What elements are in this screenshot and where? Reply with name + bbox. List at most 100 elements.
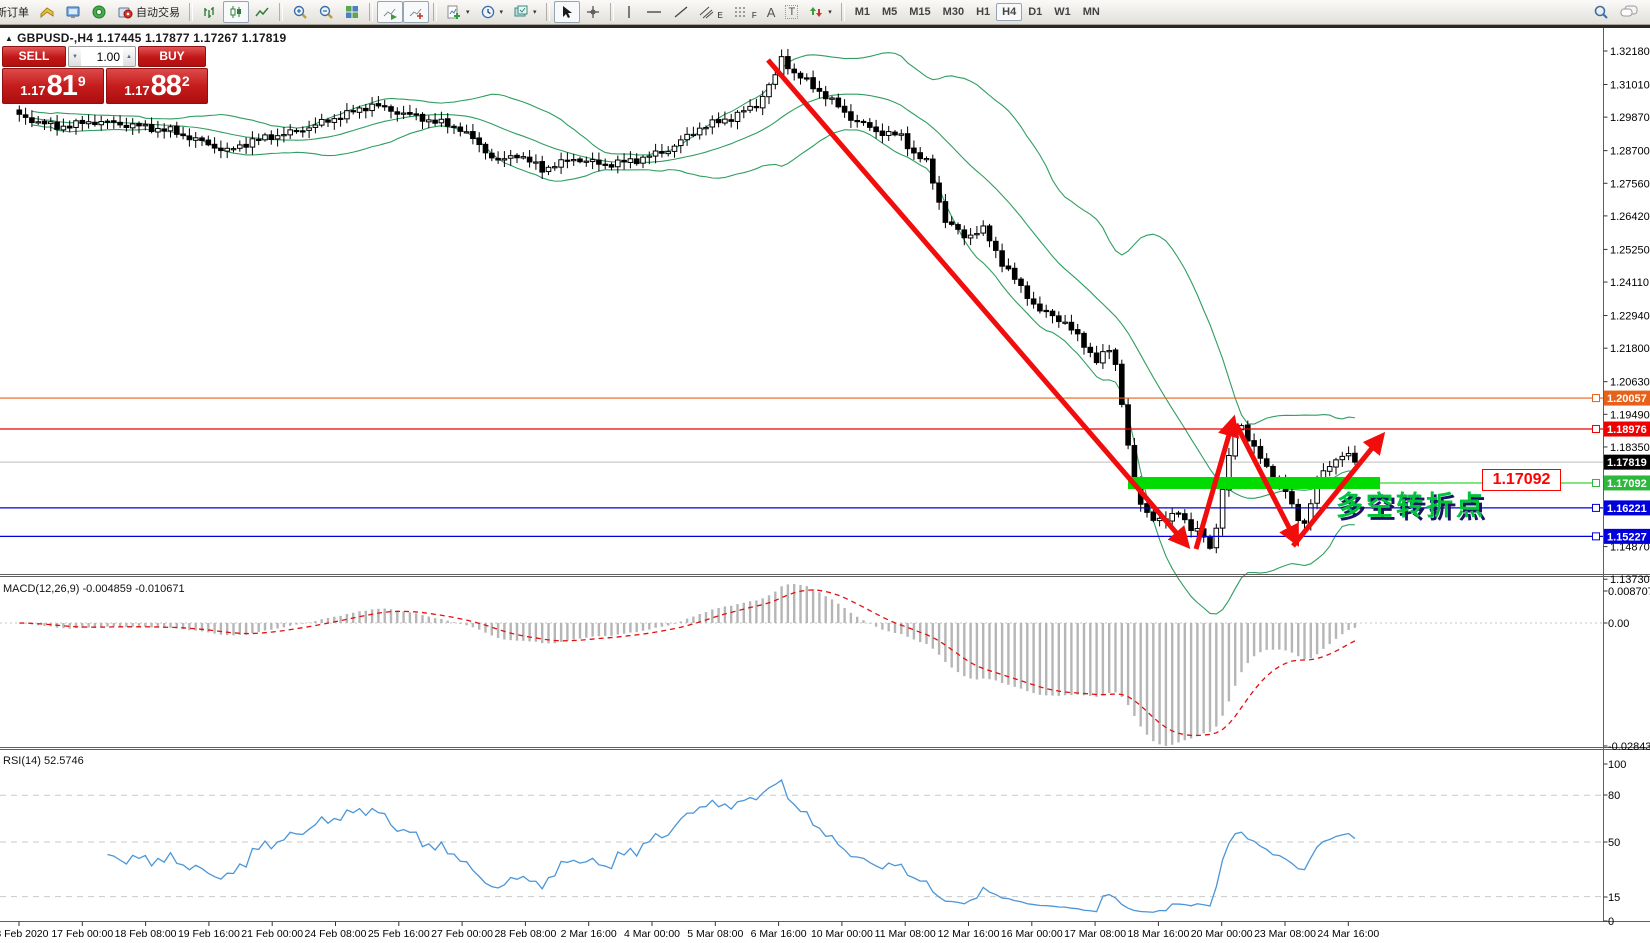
price-callout-label[interactable]: 1.17092 [1482,469,1561,491]
timeframe-w1-button[interactable]: W1 [1048,3,1077,21]
crosshair-icon [585,4,601,20]
candlestick-chart-icon [228,4,244,20]
sell-price-button[interactable]: 1.17819 [2,68,104,104]
macd-indicator-label: MACD(12,26,9) -0.004859 -0.010671 [3,583,185,595]
rsi-axis-label: 80 [1608,790,1620,802]
sell-button[interactable]: SELL [2,46,66,67]
zoom-in-button[interactable] [287,1,313,23]
new-order-label: 新订单 [0,4,29,20]
line-anchor-square [1593,479,1600,486]
candlestick-chart-button[interactable] [223,1,249,23]
search-button[interactable] [1588,1,1614,23]
chat-button[interactable] [1614,1,1644,23]
indicators-button[interactable]: ▾ [441,1,475,23]
arrows-tool-button[interactable]: ▾ [803,1,837,23]
chart-shift-button[interactable] [403,1,429,23]
tile-windows-button[interactable] [339,1,365,23]
time-axis-label: 18 Mar 16:00 [1127,928,1189,940]
timeframe-mn-button[interactable]: MN [1077,3,1106,21]
time-axis-label: 24 Mar 16:00 [1317,928,1379,940]
dropdown-caret-icon: ▾ [466,8,470,16]
price-tag-label: 1.20057 [1607,393,1647,405]
timeframe-d1-button[interactable]: D1 [1022,3,1048,21]
sell-price-prefix: 1.17 [20,79,45,103]
horizontal-line-tool-button[interactable] [640,1,668,23]
timeframe-h4-button[interactable]: H4 [996,3,1022,21]
auto-scroll-button[interactable] [377,1,403,23]
vertical-line-tool-button[interactable] [618,1,640,23]
timeframe-m15-button[interactable]: M15 [903,3,936,21]
cursor-icon [559,4,575,20]
zoom-out-button[interactable] [313,1,339,23]
rsi-axis-label: 100 [1608,759,1626,771]
price-tick-label: 1.27560 [1610,178,1650,190]
auto-trading-button[interactable]: 自动交易 [112,1,185,23]
fibonacci-tool-button[interactable]: F [728,1,762,23]
time-axis-label: 17 Mar 08:00 [1064,928,1126,940]
channel-tool-button[interactable]: E [694,1,728,23]
price-tag-label: 1.17092 [1607,478,1647,490]
price-tag-label: 1.18976 [1607,424,1647,436]
periods-button[interactable]: ▾ [475,1,509,23]
chart-canvas[interactable]: 1.321801.310101.298701.287001.275601.264… [0,0,1650,943]
dropdown-caret-icon: ▾ [533,8,537,16]
macd-axis-label: -0.028436 [1608,741,1650,753]
auto-trading-icon [117,4,133,20]
volume-increase-button[interactable]: ▲ [123,47,135,66]
new-order-button[interactable]: 新订单 [0,1,34,23]
macd-pane: 0.0087070.00-0.028436 [0,584,1650,753]
price-axis[interactable]: 1.321801.310101.298701.287001.275601.264… [1593,46,1650,586]
time-axis-label: 24 Feb 08:00 [305,928,367,940]
volume-input[interactable] [81,47,123,66]
timeframe-m1-button[interactable]: M1 [849,3,876,21]
time-axis-label: 18 Feb 08:00 [115,928,177,940]
timeframe-m5-button[interactable]: M5 [876,3,903,21]
price-tick-label: 1.20630 [1610,377,1650,389]
chart-shift-icon [408,4,424,20]
text-tool-button[interactable]: A [762,2,781,23]
market-watch-button[interactable] [34,1,60,23]
horizontal-line-icon [645,4,663,20]
time-axis[interactable]: 13 Feb 202017 Feb 00:0018 Feb 08:0019 Fe… [0,922,1379,941]
strategy-tester-button[interactable] [86,1,112,23]
time-axis-label: 5 Mar 08:00 [687,928,743,940]
arrows-icon [808,4,824,20]
trendline-tool-button[interactable] [668,1,694,23]
symbol-ohlc-text: GBPUSD-,H4 1.17445 1.17877 1.17267 1.178… [17,31,286,45]
price-tick-label: 1.25250 [1610,244,1650,256]
rsi-axis-label: 50 [1608,837,1620,849]
buy-price-button[interactable]: 1.17882 [106,68,208,104]
rsi-pane: 1008050150 [0,759,1626,928]
time-axis-label: 2 Mar 16:00 [561,928,617,940]
chat-icon [1619,4,1639,20]
bar-chart-icon [202,4,218,20]
turning-point-annotation[interactable]: 多空转折点 [1336,484,1486,523]
data-window-button[interactable] [60,1,86,23]
text-label-icon: T [785,5,798,19]
line-chart-button[interactable] [249,1,275,23]
time-axis-label: 23 Mar 08:00 [1254,928,1316,940]
price-tick-label: 1.18350 [1610,442,1650,454]
toolbar-separator [546,3,550,21]
templates-icon [513,4,529,20]
price-tick-label: 1.28700 [1610,146,1650,158]
cursor-tool-button[interactable] [554,1,580,23]
text-tool-icon: A [767,5,776,20]
toolbar-separator [279,3,283,21]
toolbar-separator [841,3,845,21]
dropdown-caret-icon: ▾ [828,8,832,16]
timeframe-h1-button[interactable]: H1 [970,3,996,21]
signal-icon [91,4,107,20]
dropdown-caret-icon: ▾ [500,8,504,16]
bar-chart-button[interactable] [197,1,223,23]
channel-letter: E [718,11,723,20]
crosshair-tool-button[interactable] [580,1,606,23]
text-label-tool-button[interactable]: T [780,2,803,22]
time-axis-label: 27 Feb 00:00 [431,928,493,940]
buy-button[interactable]: BUY [138,46,206,67]
templates-button[interactable]: ▾ [508,1,542,23]
timeframe-m30-button[interactable]: M30 [937,3,970,21]
price-tick-label: 1.21800 [1610,343,1650,355]
sell-price-sup: 9 [78,59,86,103]
rsi-axis-label: 15 [1608,892,1620,904]
